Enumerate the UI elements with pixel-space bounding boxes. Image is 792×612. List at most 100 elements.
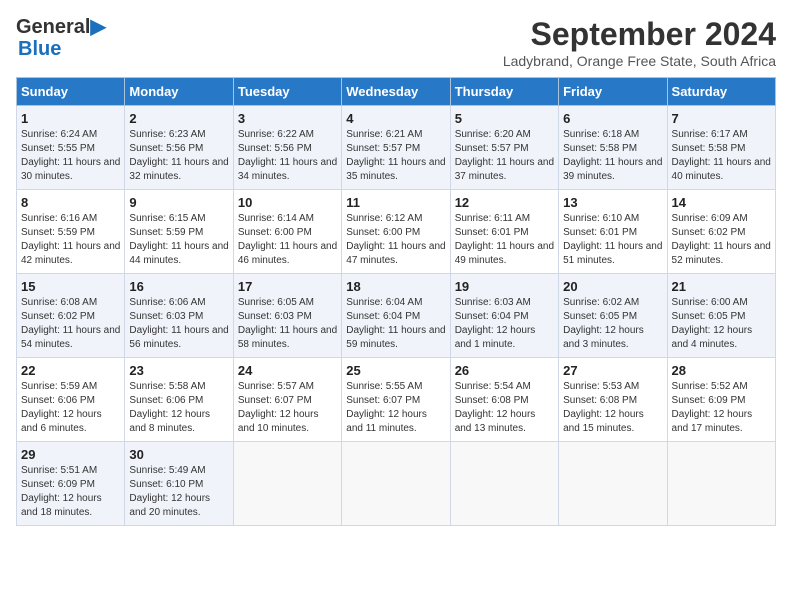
- day-number: 15: [21, 279, 120, 294]
- day-number: 6: [563, 111, 662, 126]
- day-number: 14: [672, 195, 771, 210]
- calendar-day-cell: 19 Sunrise: 6:03 AMSunset: 6:04 PMDayligh…: [450, 274, 558, 358]
- day-info: Sunrise: 6:09 AMSunset: 6:02 PMDaylight:…: [672, 212, 771, 268]
- day-info: Sunrise: 5:59 AMSunset: 6:06 PMDaylight:…: [21, 380, 120, 436]
- day-number: 8: [21, 195, 120, 210]
- calendar-day-cell: 26 Sunrise: 5:54 AMSunset: 6:08 PMDayligh…: [450, 358, 558, 442]
- day-number: 16: [129, 279, 228, 294]
- calendar-day-cell: 27Sunrise: 5:53 AMSunset: 6:08 PMDayligh…: [559, 358, 667, 442]
- day-number: 23: [129, 363, 228, 378]
- day-info: Sunrise: 6:05 AMSunset: 6:03 PMDaylight:…: [238, 296, 337, 352]
- day-info: Sunrise: 6:18 AMSunset: 5:58 PMDaylight:…: [563, 128, 662, 184]
- day-number: 29: [21, 447, 120, 462]
- day-number: 24: [238, 363, 337, 378]
- calendar-week-row: 29 Sunrise: 5:51 AMSunset: 6:09 PMDayligh…: [17, 442, 776, 526]
- day-number: 2: [129, 111, 228, 126]
- page-header: General▶ Blue September 2024 Ladybrand, …: [16, 16, 776, 69]
- calendar-day-cell: 8 Sunrise: 6:16 AMSunset: 5:59 PMDaylight…: [17, 190, 125, 274]
- day-number: 25: [346, 363, 445, 378]
- day-number: 7: [672, 111, 771, 126]
- day-number: 18: [346, 279, 445, 294]
- calendar-day-cell: 11 Sunrise: 6:12 AMSunset: 6:00 PMDayligh…: [342, 190, 450, 274]
- day-number: 21: [672, 279, 771, 294]
- calendar-day-cell: 13Sunrise: 6:10 AMSunset: 6:01 PMDayligh…: [559, 190, 667, 274]
- calendar-table: SundayMondayTuesdayWednesdayThursdayFrid…: [16, 77, 776, 526]
- calendar-day-cell: 1 Sunrise: 6:24 AMSunset: 5:55 PMDaylight…: [17, 106, 125, 190]
- calendar-day-cell: 20 Sunrise: 6:02 AMSunset: 6:05 PMDayligh…: [559, 274, 667, 358]
- day-info: Sunrise: 6:06 AMSunset: 6:03 PMDaylight:…: [129, 296, 228, 352]
- calendar-day-cell: 14 Sunrise: 6:09 AMSunset: 6:02 PMDayligh…: [667, 190, 775, 274]
- day-info: Sunrise: 6:04 AMSunset: 6:04 PMDaylight:…: [346, 296, 445, 352]
- calendar-day-cell: 9 Sunrise: 6:15 AMSunset: 5:59 PMDaylight…: [125, 190, 233, 274]
- calendar-day-cell: [342, 442, 450, 526]
- logo-line2: Blue: [18, 38, 106, 60]
- day-number: 12: [455, 195, 554, 210]
- calendar-day-cell: 24 Sunrise: 5:57 AMSunset: 6:07 PMDayligh…: [233, 358, 341, 442]
- day-number: 20: [563, 279, 662, 294]
- day-number: 22: [21, 363, 120, 378]
- calendar-week-row: 22 Sunrise: 5:59 AMSunset: 6:06 PMDayligh…: [17, 358, 776, 442]
- day-info: Sunrise: 6:02 AMSunset: 6:05 PMDaylight:…: [563, 296, 662, 352]
- calendar-day-cell: 18 Sunrise: 6:04 AMSunset: 6:04 PMDayligh…: [342, 274, 450, 358]
- day-info: Sunrise: 6:20 AMSunset: 5:57 PMDaylight:…: [455, 128, 554, 184]
- calendar-day-cell: 4Sunrise: 6:21 AMSunset: 5:57 PMDaylight…: [342, 106, 450, 190]
- day-number: 17: [238, 279, 337, 294]
- logo: General▶ Blue: [16, 16, 106, 60]
- day-number: 9: [129, 195, 228, 210]
- day-number: 1: [21, 111, 120, 126]
- day-info: Sunrise: 6:00 AMSunset: 6:05 PMDaylight:…: [672, 296, 771, 352]
- day-number: 26: [455, 363, 554, 378]
- day-info: Sunrise: 5:52 AMSunset: 6:09 PMDaylight:…: [672, 380, 771, 436]
- day-info: Sunrise: 5:57 AMSunset: 6:07 PMDaylight:…: [238, 380, 337, 436]
- day-number: 5: [455, 111, 554, 126]
- calendar-week-row: 15 Sunrise: 6:08 AMSunset: 6:02 PMDayligh…: [17, 274, 776, 358]
- location-subtitle: Ladybrand, Orange Free State, South Afri…: [503, 53, 776, 69]
- day-number: 28: [672, 363, 771, 378]
- day-info: Sunrise: 6:24 AMSunset: 5:55 PMDaylight:…: [21, 128, 120, 184]
- day-info: Sunrise: 5:49 AMSunset: 6:10 PMDaylight:…: [129, 464, 228, 520]
- calendar-day-cell: 12 Sunrise: 6:11 AMSunset: 6:01 PMDayligh…: [450, 190, 558, 274]
- day-number: 3: [238, 111, 337, 126]
- weekday-header: Saturday: [667, 78, 775, 106]
- day-info: Sunrise: 6:23 AMSunset: 5:56 PMDaylight:…: [129, 128, 228, 184]
- title-block: September 2024 Ladybrand, Orange Free St…: [503, 16, 776, 69]
- day-number: 4: [346, 111, 445, 126]
- day-number: 19: [455, 279, 554, 294]
- day-info: Sunrise: 6:03 AMSunset: 6:04 PMDaylight:…: [455, 296, 554, 352]
- weekday-header: Tuesday: [233, 78, 341, 106]
- weekday-header: Sunday: [17, 78, 125, 106]
- calendar-week-row: 1 Sunrise: 6:24 AMSunset: 5:55 PMDaylight…: [17, 106, 776, 190]
- calendar-day-cell: [233, 442, 341, 526]
- calendar-day-cell: 7Sunrise: 6:17 AMSunset: 5:58 PMDaylight…: [667, 106, 775, 190]
- calendar-day-cell: 17 Sunrise: 6:05 AMSunset: 6:03 PMDayligh…: [233, 274, 341, 358]
- day-info: Sunrise: 6:12 AMSunset: 6:00 PMDaylight:…: [346, 212, 445, 268]
- day-info: Sunrise: 6:11 AMSunset: 6:01 PMDaylight:…: [455, 212, 554, 268]
- calendar-day-cell: 3Sunrise: 6:22 AMSunset: 5:56 PMDaylight…: [233, 106, 341, 190]
- calendar-day-cell: 21 Sunrise: 6:00 AMSunset: 6:05 PMDayligh…: [667, 274, 775, 358]
- calendar-day-cell: 5 Sunrise: 6:20 AMSunset: 5:57 PMDaylight…: [450, 106, 558, 190]
- day-number: 11: [346, 195, 445, 210]
- day-info: Sunrise: 5:55 AMSunset: 6:07 PMDaylight:…: [346, 380, 445, 436]
- weekday-header: Friday: [559, 78, 667, 106]
- calendar-day-cell: 2 Sunrise: 6:23 AMSunset: 5:56 PMDaylight…: [125, 106, 233, 190]
- month-title: September 2024: [503, 16, 776, 53]
- day-number: 10: [238, 195, 337, 210]
- day-info: Sunrise: 5:58 AMSunset: 6:06 PMDaylight:…: [129, 380, 228, 436]
- logo-line1: General▶: [16, 16, 106, 38]
- day-info: Sunrise: 5:54 AMSunset: 6:08 PMDaylight:…: [455, 380, 554, 436]
- calendar-day-cell: 28 Sunrise: 5:52 AMSunset: 6:09 PMDayligh…: [667, 358, 775, 442]
- day-number: 27: [563, 363, 662, 378]
- day-info: Sunrise: 6:14 AMSunset: 6:00 PMDaylight:…: [238, 212, 337, 268]
- calendar-day-cell: 25 Sunrise: 5:55 AMSunset: 6:07 PMDayligh…: [342, 358, 450, 442]
- calendar-day-cell: 22 Sunrise: 5:59 AMSunset: 6:06 PMDayligh…: [17, 358, 125, 442]
- calendar-day-cell: 15 Sunrise: 6:08 AMSunset: 6:02 PMDayligh…: [17, 274, 125, 358]
- calendar-day-cell: [450, 442, 558, 526]
- day-info: Sunrise: 6:16 AMSunset: 5:59 PMDaylight:…: [21, 212, 120, 268]
- day-info: Sunrise: 6:08 AMSunset: 6:02 PMDaylight:…: [21, 296, 120, 352]
- weekday-header: Thursday: [450, 78, 558, 106]
- day-info: Sunrise: 5:51 AMSunset: 6:09 PMDaylight:…: [21, 464, 120, 520]
- day-number: 13: [563, 195, 662, 210]
- weekday-header: Wednesday: [342, 78, 450, 106]
- calendar-day-cell: 29 Sunrise: 5:51 AMSunset: 6:09 PMDayligh…: [17, 442, 125, 526]
- day-info: Sunrise: 6:15 AMSunset: 5:59 PMDaylight:…: [129, 212, 228, 268]
